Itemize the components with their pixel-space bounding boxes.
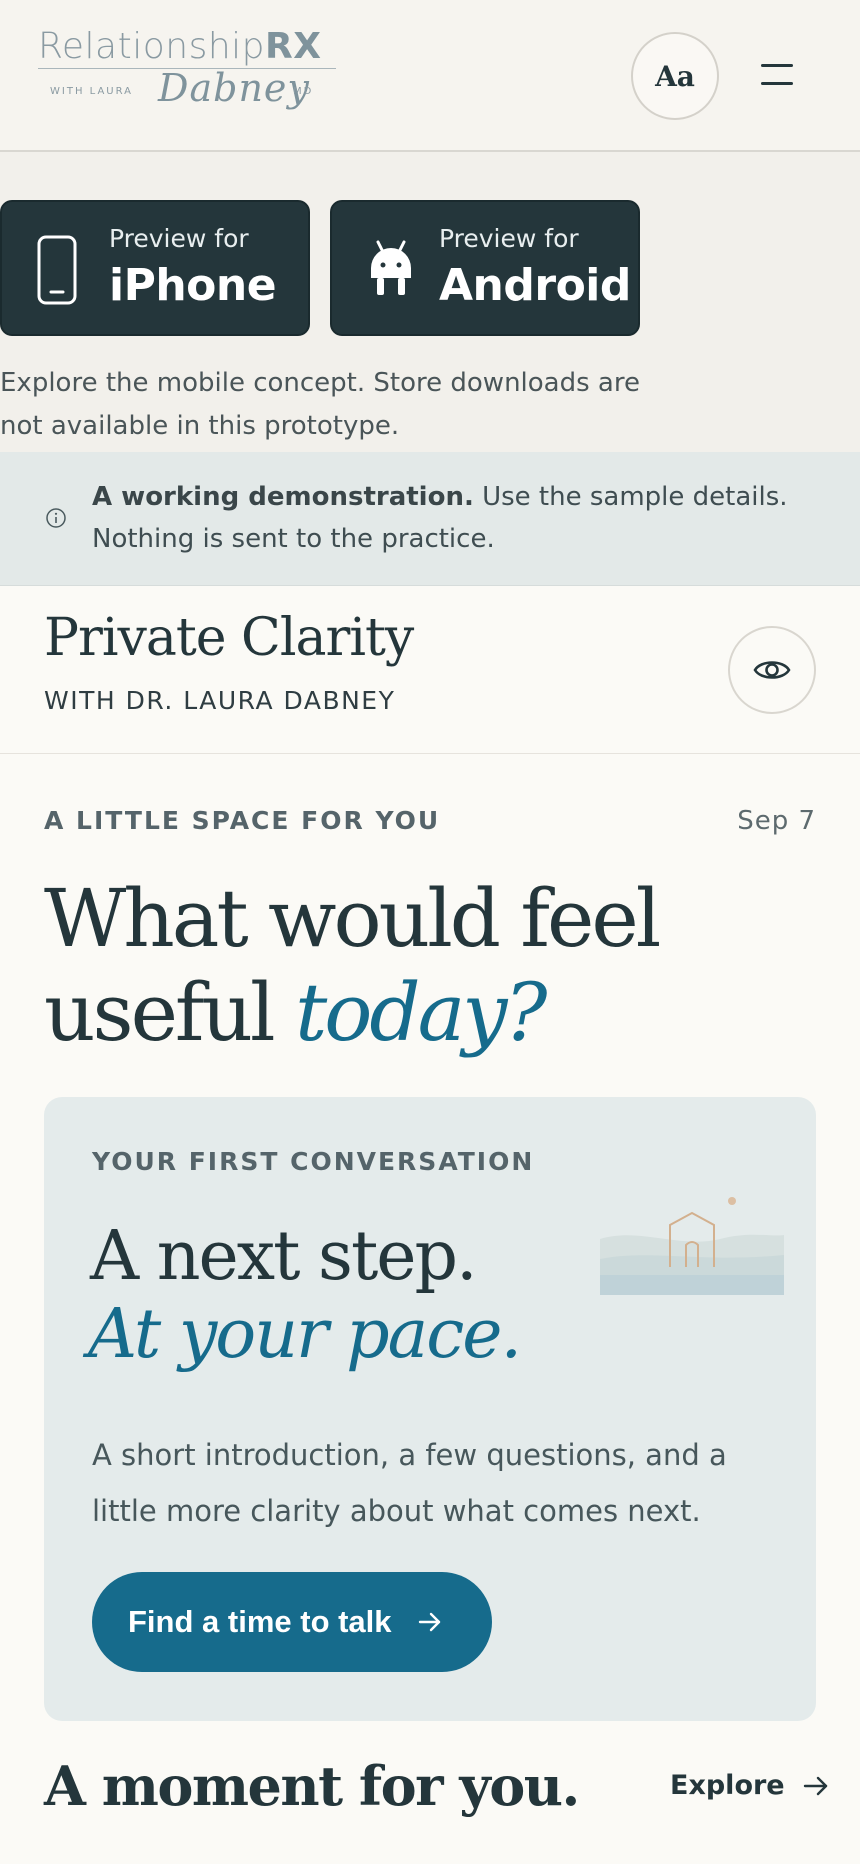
- find-time-label: Find a time to talk: [128, 1604, 392, 1639]
- practice-header: Private Clarity WITH DR. LAURA DABNEY: [0, 586, 860, 754]
- explore-label: Explore: [670, 1770, 785, 1801]
- practice-subtitle: WITH DR. LAURA DABNEY: [44, 686, 396, 715]
- arrow-right-icon: [803, 1776, 827, 1795]
- house-illustration: [600, 1179, 784, 1295]
- demo-banner: A working demonstration. Use the sample …: [0, 452, 860, 586]
- preview-iphone-button[interactable]: Preview for iPhone: [0, 200, 310, 336]
- preview-android-small: Preview for: [439, 224, 579, 253]
- card-title-line1: A next step.: [90, 1217, 478, 1296]
- logo-md-text: MD: [293, 86, 314, 97]
- first-conversation-card: YOUR FIRST CONVERSATION A next step. At …: [44, 1097, 816, 1721]
- preview-android-label: Android: [439, 260, 631, 311]
- main-content: A LITTLE SPACE FOR YOU Sep 7 What would …: [0, 754, 860, 1864]
- eye-icon[interactable]: [728, 626, 816, 714]
- hamburger-menu-icon[interactable]: [756, 56, 798, 96]
- logo-signature: Dabney: [158, 66, 310, 110]
- card-title-line2: At your pace.: [88, 1295, 522, 1374]
- preview-iphone-label: iPhone: [109, 260, 277, 311]
- text-size-button[interactable]: Aa: [631, 32, 719, 120]
- card-description: A short introduction, a few questions, a…: [92, 1438, 727, 1528]
- preview-note: Explore the mobile concept. Store downlo…: [0, 368, 640, 441]
- store-preview-section: Preview for iPhone Preview for Android E…: [0, 152, 860, 452]
- section-eyebrow: A LITTLE SPACE FOR YOU: [44, 806, 441, 835]
- current-date: Sep 7: [737, 806, 816, 836]
- logo-wordmark: RelationshipRX: [38, 26, 322, 67]
- site-header: RelationshipRX WITH LAURA Dabney MD Aa: [0, 0, 860, 152]
- explore-link[interactable]: Explore: [670, 1770, 829, 1801]
- practice-title: Private Clarity: [44, 608, 414, 668]
- moment-title: A moment for you.: [44, 1754, 580, 1818]
- android-icon: [371, 240, 411, 295]
- find-time-button[interactable]: Find a time to talk: [92, 1572, 492, 1672]
- preview-android-button[interactable]: Preview for Android: [330, 200, 640, 336]
- card-label: YOUR FIRST CONVERSATION: [92, 1147, 535, 1176]
- demo-banner-text: A working demonstration. Use the sample …: [92, 476, 792, 560]
- info-icon: [46, 508, 66, 528]
- relationshiprx-logo[interactable]: RelationshipRX WITH LAURA Dabney MD: [38, 26, 338, 122]
- page-headline: What would feel useful today?: [44, 872, 804, 1060]
- headline-accent: today?: [295, 966, 547, 1059]
- phone-icon: [37, 235, 77, 305]
- arrow-right-icon: [418, 1612, 440, 1632]
- logo-with-text: WITH LAURA: [50, 86, 133, 97]
- preview-iphone-small: Preview for: [109, 224, 249, 253]
- demo-banner-bold: A working demonstration.: [92, 482, 474, 512]
